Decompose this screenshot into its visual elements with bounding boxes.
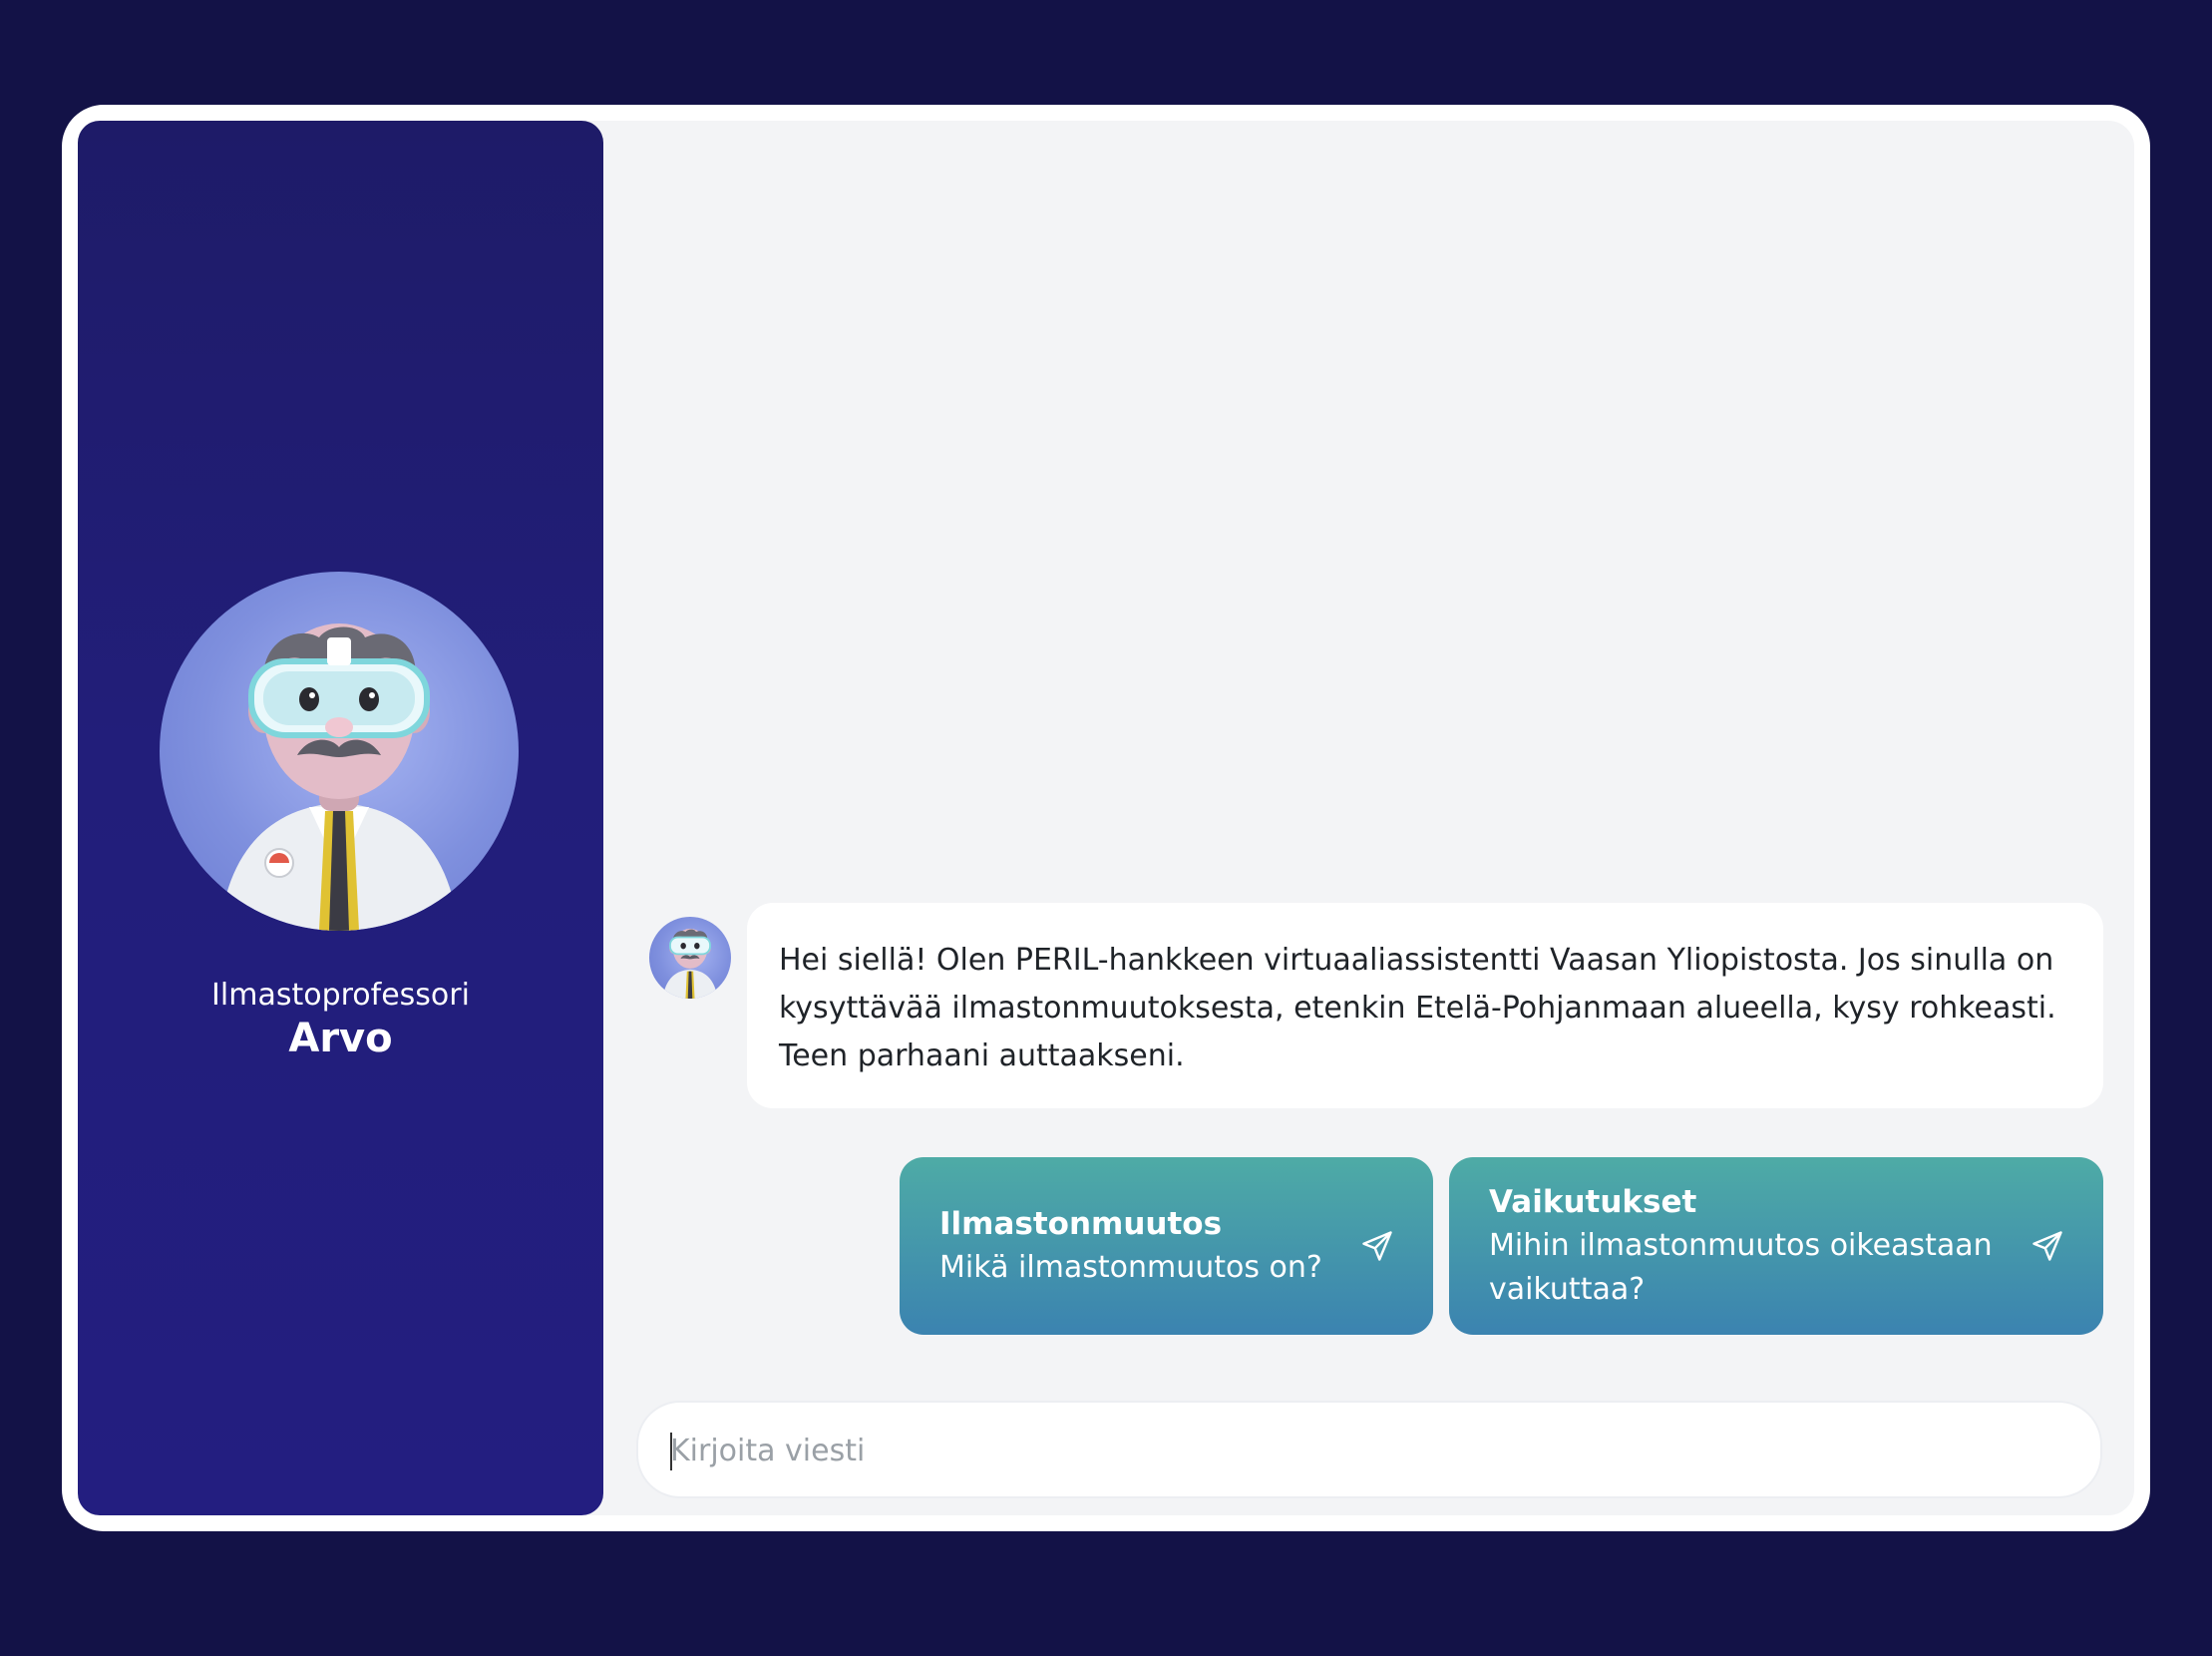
assistant-message-bubble: Hei siellä! Olen PERIL-hankkeen virtuaal… — [747, 903, 2103, 1108]
send-icon — [2032, 1231, 2062, 1261]
suggestion-title: Vaikutukset — [1489, 1184, 1697, 1220]
assistant-avatar — [160, 572, 519, 931]
suggestion-title: Ilmastonmuutos — [939, 1206, 1223, 1242]
message-input-container — [636, 1401, 2102, 1498]
message-avatar — [649, 917, 731, 999]
send-icon — [1362, 1231, 1392, 1261]
text-caret — [670, 1433, 672, 1470]
professor-avatar-icon — [219, 623, 459, 931]
assistant-role: Ilmastoprofessori — [211, 978, 470, 1013]
assistant-message-text: Hei siellä! Olen PERIL-hankkeen virtuaal… — [779, 943, 2056, 1073]
suggestion-text: Mikä ilmastonmuutos on? — [939, 1250, 1322, 1285]
suggestion-text: Mihin ilmastonmuutos oikeastaan vaikutta… — [1489, 1228, 1993, 1307]
suggestion-button-vaikutukset[interactable]: Vaikutukset Mihin ilmastonmuutos oikeast… — [1449, 1157, 2103, 1335]
message-input[interactable] — [668, 1403, 2068, 1498]
suggestion-button-ilmastonmuutos[interactable]: Ilmastonmuutos Mikä ilmastonmuutos on? — [900, 1157, 1433, 1335]
professor-avatar-icon — [662, 928, 718, 999]
assistant-name: Arvo — [288, 1016, 393, 1061]
